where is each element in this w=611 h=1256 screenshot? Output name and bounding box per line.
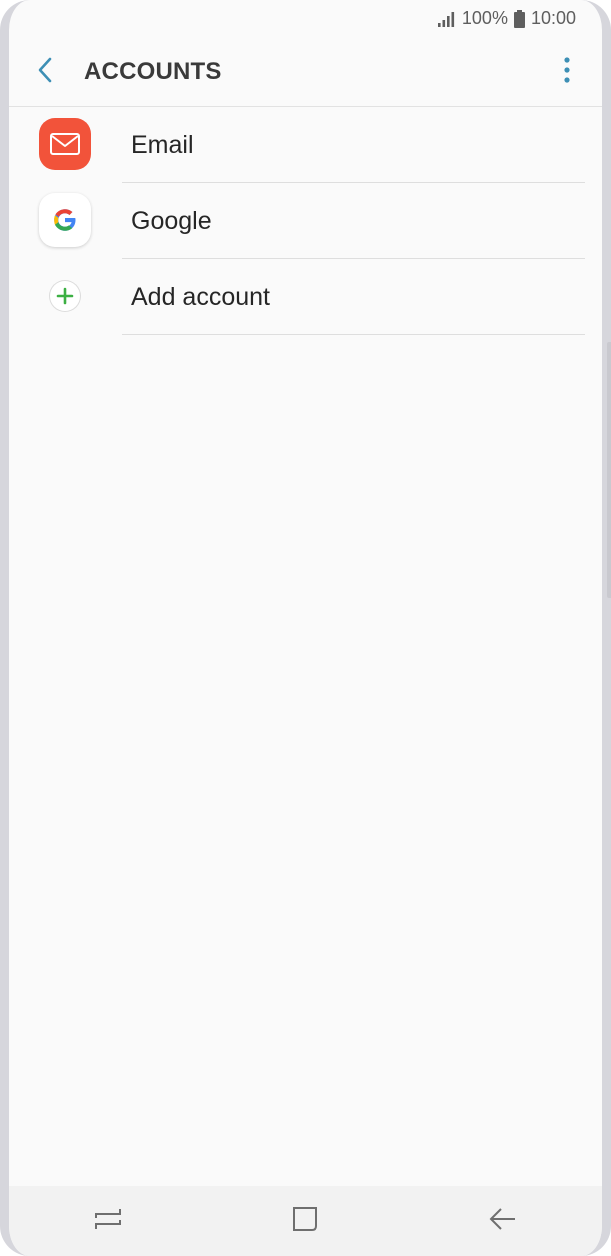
list-item-label: Email — [131, 131, 194, 159]
status-bar: 100% 10:00 — [9, 0, 602, 38]
google-g-icon — [39, 193, 91, 247]
account-list: Email Google Add account — [9, 107, 602, 335]
phone-screen: 100% 10:00 ACCOUNTS Email Google Add acc… — [0, 0, 611, 1256]
list-item-google[interactable]: Google — [9, 183, 602, 259]
app-bar: ACCOUNTS — [9, 38, 602, 107]
list-item-label: Add account — [131, 283, 270, 311]
status-right: 100% 10:00 — [437, 8, 576, 29]
back-button[interactable] — [25, 52, 65, 92]
email-envelope-icon — [39, 118, 91, 170]
chevron-left-icon — [37, 57, 53, 88]
list-item-email[interactable]: Email — [9, 107, 602, 183]
clock-time: 10:00 — [530, 8, 576, 28]
list-item-label: Google — [131, 207, 212, 235]
plus-circle-icon — [50, 281, 80, 311]
more-vertical-icon — [564, 56, 570, 88]
email-icon-wrap — [39, 118, 91, 170]
more-options-button[interactable] — [552, 52, 582, 92]
google-icon-wrap — [39, 193, 91, 247]
battery-full-icon — [513, 9, 525, 28]
recents-icon — [94, 1208, 122, 1235]
page-title: ACCOUNTS — [84, 58, 222, 85]
navigation-bar — [9, 1186, 602, 1256]
recents-button[interactable] — [78, 1196, 138, 1246]
home-button[interactable] — [275, 1196, 335, 1246]
divider — [122, 334, 585, 335]
side-hardware-button — [607, 342, 611, 598]
list-item-add-account[interactable]: Add account — [9, 259, 602, 335]
back-arrow-icon — [489, 1207, 517, 1236]
battery-percent: 100% — [461, 8, 508, 28]
signal-bars-icon — [437, 11, 456, 27]
home-icon — [292, 1206, 318, 1237]
add-icon-wrap — [39, 270, 91, 322]
nav-back-button[interactable] — [473, 1196, 533, 1246]
